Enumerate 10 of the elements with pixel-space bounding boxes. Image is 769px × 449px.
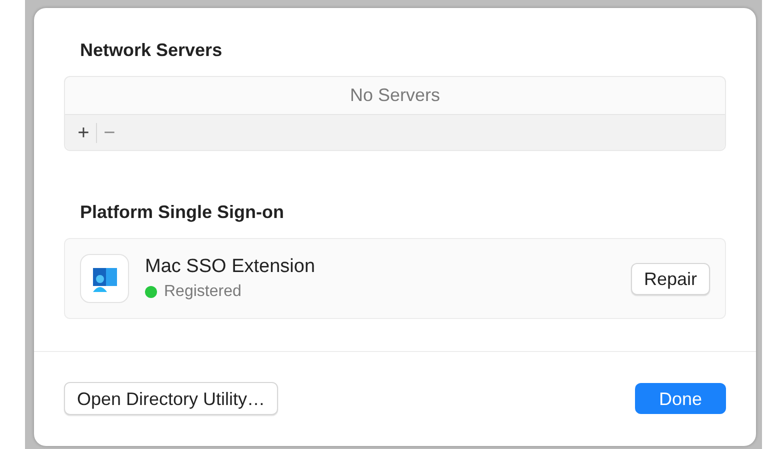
section-title: Network Servers [80, 41, 224, 59]
open-directory-utility-button[interactable]: Open Directory Utility… [64, 382, 278, 415]
add-button[interactable]: + [71, 122, 96, 142]
done-button[interactable]: Done [634, 383, 726, 414]
section-title: Platform Single Sign-on [80, 203, 286, 221]
empty-list-text: No Servers [350, 84, 440, 107]
extension-name: Mac SSO Extension [145, 254, 316, 278]
repair-button[interactable]: Repair [630, 262, 710, 294]
app-icon [80, 254, 129, 303]
status-text: Registered [164, 282, 242, 302]
